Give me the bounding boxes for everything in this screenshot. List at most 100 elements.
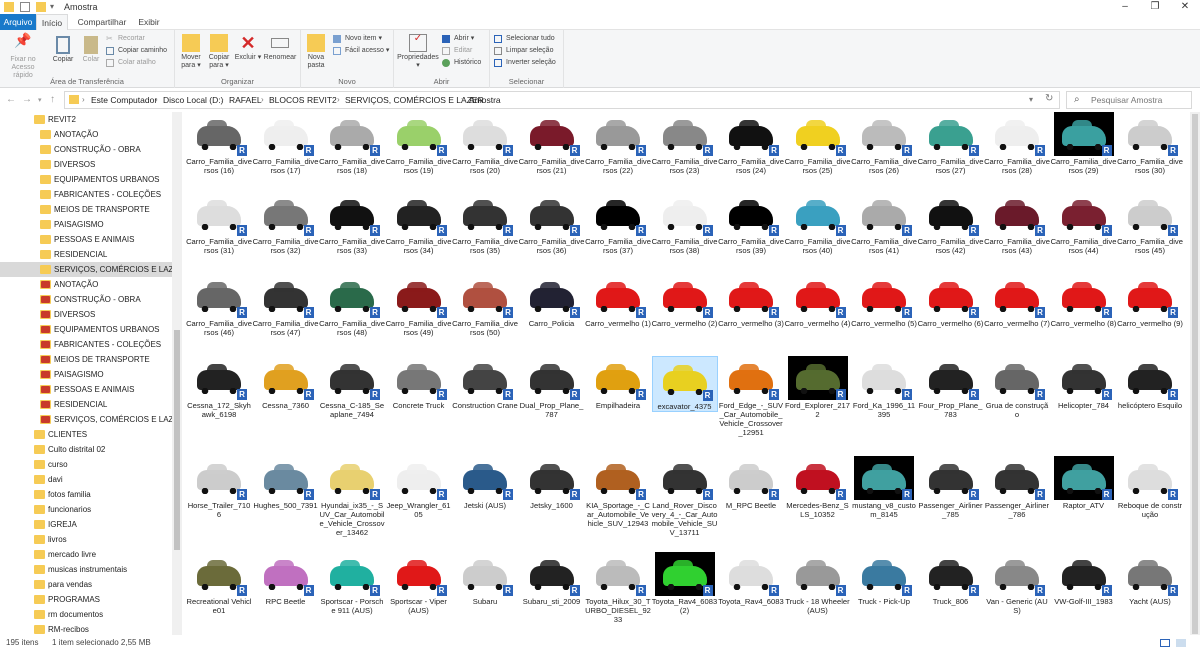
- file-item[interactable]: R Subaru: [452, 552, 518, 606]
- open-button[interactable]: Abrir ▾: [442, 33, 474, 44]
- file-item[interactable]: R Carro_vermelho (3): [718, 274, 784, 328]
- file-item[interactable]: R Grua de construção: [984, 356, 1050, 419]
- sidebar-item[interactable]: ANOTAÇÃO: [0, 277, 172, 292]
- file-item[interactable]: R Mercedes-Benz_SLS_10352: [785, 456, 851, 519]
- file-item[interactable]: R Cessna_C-185_Seaplane_7494: [319, 356, 385, 419]
- file-item[interactable]: R Reboque de construção: [1117, 456, 1183, 519]
- sidebar-item[interactable]: RESIDENCIAL: [0, 247, 172, 262]
- sidebar-item[interactable]: PESSOAS E ANIMAIS: [0, 232, 172, 247]
- recent-chevron-icon[interactable]: ▾: [38, 96, 42, 104]
- sidebar-item[interactable]: PAISAGISMO: [0, 217, 172, 232]
- refresh-icon[interactable]: ↻: [1045, 93, 1053, 104]
- delete-button[interactable]: ✕ Excluir ▾: [233, 34, 263, 62]
- file-item[interactable]: R Carro_vermelho (7): [984, 274, 1050, 328]
- tab-arquivo[interactable]: Arquivo: [0, 14, 36, 30]
- file-item[interactable]: R Carro_Familia_diversos (16): [186, 112, 252, 175]
- file-item[interactable]: R Dual_Prop_Plane_787: [519, 356, 585, 419]
- file-item[interactable]: R Carro_Familia_diversos (48): [319, 274, 385, 337]
- sidebar-item[interactable]: davi: [0, 472, 172, 487]
- breadcrumb-revit2[interactable]: REVIT2: [307, 95, 337, 105]
- details-view-icon[interactable]: [1160, 639, 1170, 647]
- file-item[interactable]: R Passenger_Airliner_785: [918, 456, 984, 519]
- file-item[interactable]: R Carro_vermelho (4): [785, 274, 851, 328]
- sidebar-item[interactable]: DIVERSOS: [0, 157, 172, 172]
- properties-icon[interactable]: [20, 2, 30, 12]
- file-item[interactable]: R Carro_Familia_diversos (25): [785, 112, 851, 175]
- file-item[interactable]: R Truck - Pick-Up: [851, 552, 917, 606]
- file-item[interactable]: R Carro_Familia_diversos (46): [186, 274, 252, 337]
- sidebar-item[interactable]: IGREJA: [0, 517, 172, 532]
- file-item[interactable]: R Carro_Familia_diversos (24): [718, 112, 784, 175]
- file-item[interactable]: R Carro_Familia_diversos (22): [585, 112, 651, 175]
- file-item[interactable]: R Carro_Familia_diversos (21): [519, 112, 585, 175]
- invert-selection-button[interactable]: Inverter seleção: [494, 57, 556, 68]
- file-item[interactable]: R KIA_Sportage_-_Car_Automobile_Vehicle_S…: [585, 456, 651, 528]
- file-item[interactable]: R Jetski (AUS): [452, 456, 518, 510]
- file-item[interactable]: R Recreational Vehicle01: [186, 552, 252, 615]
- file-item[interactable]: R Carro_Familia_diversos (47): [253, 274, 319, 337]
- sidebar-item[interactable]: SERVIÇOS, COMÉRCIOS E LAZER: [0, 262, 182, 277]
- sidebar-item[interactable]: para vendas: [0, 577, 172, 592]
- file-item[interactable]: R Ford_Edge_-_SUV_Car_Automobile_Vehicle_…: [718, 356, 784, 437]
- file-item[interactable]: R Carro_Policia: [519, 274, 585, 328]
- file-item[interactable]: R Carro_Familia_diversos (26): [851, 112, 917, 175]
- file-item[interactable]: R Land_Rover_Discovery_4_-_Car_Automobile…: [652, 456, 718, 537]
- file-item[interactable]: R Carro_Familia_diversos (50): [452, 274, 518, 337]
- sidebar-item[interactable]: Culto distrital 02: [0, 442, 172, 457]
- file-item[interactable]: R Carro_vermelho (9): [1117, 274, 1183, 328]
- sidebar-item[interactable]: RM-recibos: [0, 622, 172, 635]
- cut-button[interactable]: ✂ Recortar: [106, 33, 145, 44]
- sidebar-item[interactable]: fotos familia: [0, 487, 172, 502]
- file-item[interactable]: R Carro_Familia_diversos (35): [452, 192, 518, 255]
- sidebar-item[interactable]: MEIOS DE TRANSPORTE: [0, 352, 172, 367]
- sidebar-item[interactable]: CONSTRUÇÃO - OBRA: [0, 142, 172, 157]
- file-item[interactable]: R Ford_Explorer_2172: [785, 356, 851, 419]
- tab-inicio[interactable]: Início: [36, 14, 68, 30]
- sidebar-item[interactable]: MEIOS DE TRANSPORTE: [0, 202, 172, 217]
- file-item[interactable]: R Hyundai_ix35_-_SUV_Car_Automobile_Vehic…: [319, 456, 385, 537]
- file-item[interactable]: R Carro_Familia_diversos (20): [452, 112, 518, 175]
- file-item[interactable]: R Toyota_Hilux_30_TURBO_DIESEL_9233: [585, 552, 651, 624]
- sidebar-item[interactable]: SERVIÇOS, COMÉRCIOS E LAZER: [0, 412, 182, 427]
- sidebar-item[interactable]: PAISAGISMO: [0, 367, 172, 382]
- sidebar-item[interactable]: CLIENTES: [0, 427, 172, 442]
- sidebar-item[interactable]: curso: [0, 457, 172, 472]
- file-item[interactable]: R Carro_Familia_diversos (40): [785, 192, 851, 255]
- paste-button[interactable]: Colar: [78, 36, 104, 64]
- file-item[interactable]: R Helicopter_784: [1051, 356, 1117, 410]
- file-item[interactable]: R Carro_Familia_diversos (31): [186, 192, 252, 255]
- easy-access-button[interactable]: Fácil acesso ▾: [333, 45, 389, 56]
- file-item[interactable]: R Cessna_7360: [253, 356, 319, 410]
- file-item[interactable]: R Toyota_Rav4_6083: [718, 552, 784, 606]
- file-item[interactable]: R Subaru_sti_2009: [519, 552, 585, 606]
- file-item[interactable]: R Truck - 18 Wheeler (AUS): [785, 552, 851, 615]
- file-item[interactable]: R Carro_Familia_diversos (36): [519, 192, 585, 255]
- breadcrumb-disco-local[interactable]: Disco Local (D:): [163, 95, 223, 105]
- file-item[interactable]: Rmustang_v8_custom_8145: [851, 456, 917, 519]
- up-arrow-icon[interactable]: ↑: [50, 94, 55, 105]
- file-item[interactable]: R Carro_vermelho (1): [585, 274, 651, 328]
- file-item[interactable]: R Truck_806: [918, 552, 984, 606]
- pin-button[interactable]: 📌 Fixar no Acesso rápido: [2, 33, 44, 80]
- maximize-button[interactable]: ❐: [1140, 0, 1170, 14]
- file-item[interactable]: R Jeep_Wrangler_6105: [386, 456, 452, 519]
- file-item[interactable]: R Yacht (AUS): [1117, 552, 1183, 606]
- file-item[interactable]: R Horse_Trailer_7106: [186, 456, 252, 519]
- file-item[interactable]: R Carro_Familia_diversos (37): [585, 192, 651, 255]
- content-scrollbar-thumb[interactable]: [1192, 114, 1198, 634]
- paste-shortcut-button[interactable]: Colar atalho: [106, 57, 156, 68]
- file-item[interactable]: R RPC Beetle: [253, 552, 319, 606]
- tab-compartilhar[interactable]: Compartilhar: [74, 14, 130, 30]
- properties-button[interactable]: ✓ Propriedades ▾: [396, 34, 440, 70]
- close-button[interactable]: ✕: [1170, 0, 1200, 14]
- sidebar-item[interactable]: ANOTAÇÃO: [0, 127, 172, 142]
- file-item[interactable]: R Cessna_172_Skyhawk_6198: [186, 356, 252, 419]
- file-item[interactable]: R Sportscar - Viper (AUS): [386, 552, 452, 615]
- sidebar-item[interactable]: rm documentos: [0, 607, 172, 622]
- sidebar-item[interactable]: REVIT2: [0, 112, 172, 127]
- sidebar-item[interactable]: FABRICANTES - COLEÇÕES: [0, 187, 172, 202]
- sidebar-item[interactable]: RESIDENCIAL: [0, 397, 172, 412]
- file-item[interactable]: R Carro_Familia_diversos (28): [984, 112, 1050, 175]
- file-item[interactable]: Rhelicóptero Esquilo: [1117, 356, 1183, 410]
- sidebar-item[interactable]: PROGRAMAS: [0, 592, 172, 607]
